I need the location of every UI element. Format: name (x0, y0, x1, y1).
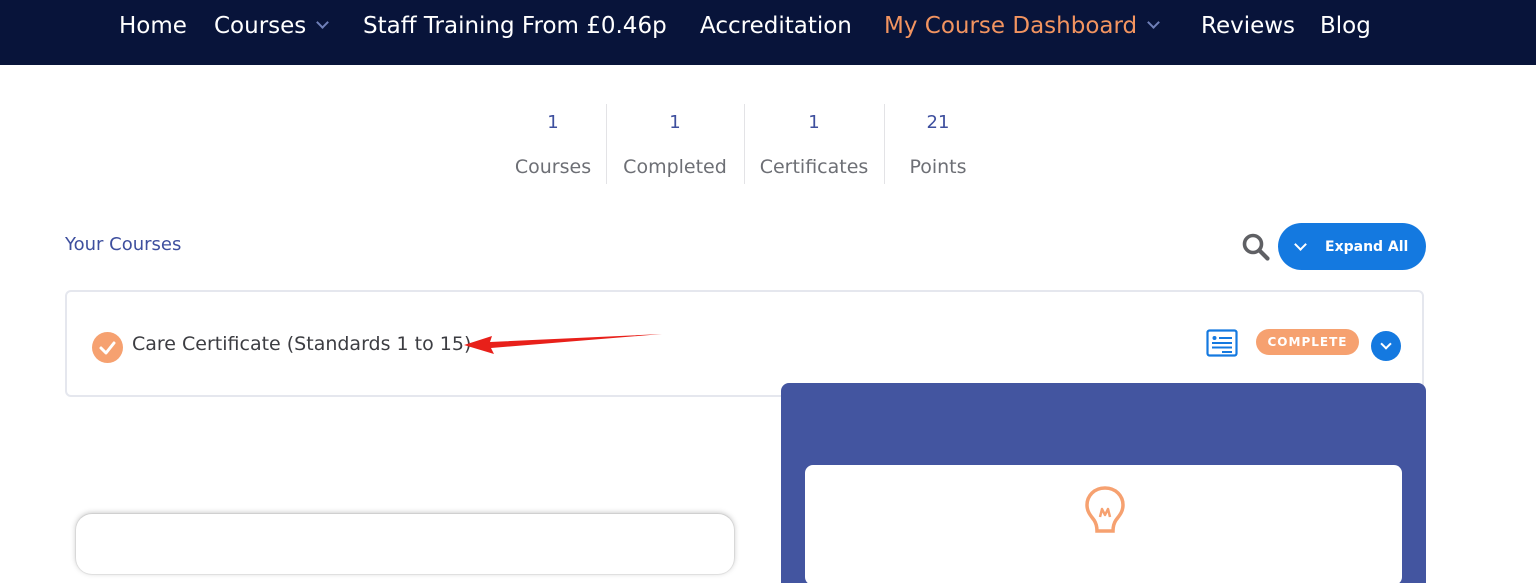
expand-all-button[interactable]: Expand All (1278, 223, 1426, 270)
nav-reviews[interactable]: Reviews (1201, 0, 1295, 52)
search-icon[interactable] (1241, 232, 1271, 262)
chevron-down-icon (1147, 16, 1161, 29)
expand-all-label: Expand All (1325, 238, 1409, 255)
certificate-icon[interactable] (1206, 329, 1238, 357)
red-arrow-icon (464, 334, 662, 354)
course-expand-button[interactable] (1371, 331, 1401, 361)
stat-certificates: 1 Certificates (752, 104, 876, 184)
stat-label: Courses (514, 156, 592, 178)
stat-value: 1 (808, 112, 820, 133)
stat-value: 1 (669, 112, 681, 133)
info-panel (781, 383, 1426, 585)
nav-home[interactable]: Home (119, 0, 187, 52)
nav-courses[interactable]: Courses (214, 0, 330, 52)
your-courses-heading: Your Courses (65, 234, 182, 255)
stat-value: 1 (547, 112, 559, 133)
checkmark-icon (92, 332, 123, 363)
nav-courses-label: Courses (214, 13, 307, 39)
stat-points: 21 Points (892, 104, 984, 184)
chevron-down-icon (316, 16, 330, 29)
top-navigation: Home Courses Staff Training From £0.46p … (0, 0, 1536, 65)
lightbulb-icon (1085, 486, 1125, 533)
stat-divider (744, 104, 745, 184)
checkmark-glyph (99, 341, 116, 355)
bottom-left-card (76, 514, 734, 574)
nav-accreditation[interactable]: Accreditation (700, 0, 852, 52)
course-row[interactable]: Care Certificate (Standards 1 to 15) COM… (65, 290, 1424, 397)
stat-label: Points (909, 156, 967, 178)
course-title[interactable]: Care Certificate (Standards 1 to 15) (132, 333, 471, 355)
stat-value: 21 (926, 112, 950, 133)
nav-my-course-dashboard[interactable]: My Course Dashboard (884, 0, 1161, 52)
nav-dashboard-label: My Course Dashboard (884, 13, 1138, 39)
stat-divider (606, 104, 607, 184)
status-badge: COMPLETE (1256, 329, 1359, 355)
stat-label: Certificates (759, 156, 869, 178)
stat-completed: 1 Completed (614, 104, 736, 184)
stat-courses: 1 Courses (508, 104, 598, 184)
nav-blog[interactable]: Blog (1320, 0, 1371, 52)
nav-staff-training[interactable]: Staff Training From £0.46p (363, 0, 667, 52)
info-panel-card (805, 465, 1402, 585)
stat-divider (884, 104, 885, 184)
stat-label: Completed (623, 156, 727, 178)
chevron-down-icon (1294, 237, 1307, 251)
